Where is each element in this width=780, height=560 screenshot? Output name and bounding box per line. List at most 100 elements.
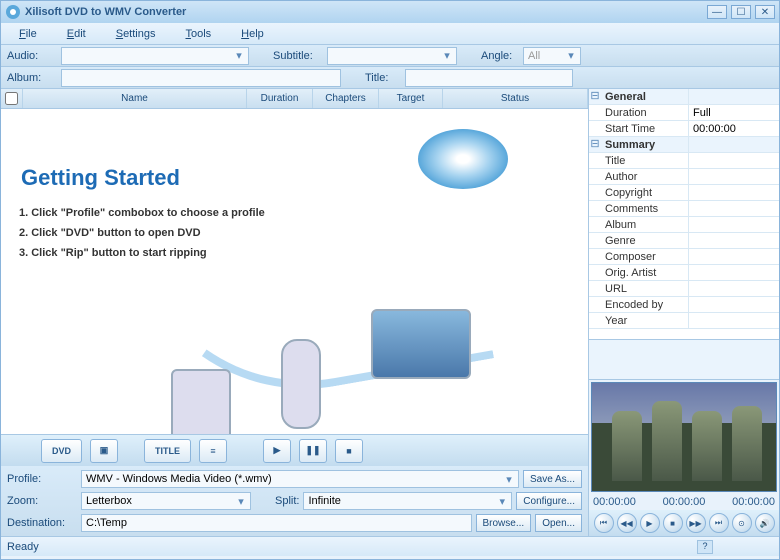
minimize-button[interactable]: — [707,5,727,19]
profile-dropdown[interactable]: WMV - Windows Media Video (*.wmv)▾ [81,470,519,488]
pause-button[interactable]: ❚❚ [299,439,327,463]
getting-started-heading: Getting Started [21,165,180,191]
device-player-illustration [371,309,471,379]
profile-label: Profile: [7,473,77,485]
chevron-down-icon: ▾ [440,49,454,62]
split-dropdown[interactable]: Infinite▾ [303,492,512,510]
rip-button[interactable]: ▶ [263,439,291,463]
grid-header: Name Duration Chapters Target Status [1,89,588,109]
chevron-down-icon: ▾ [234,495,248,508]
col-name[interactable]: Name [23,89,247,108]
audio-dropdown[interactable]: ▾ [61,47,249,65]
prop-encoded-by: Encoded by [589,297,779,313]
close-button[interactable]: ✕ [755,5,775,19]
prop-url: URL [589,281,779,297]
step-3: 3. Click "Rip" button to start ripping [19,247,265,259]
getting-started-steps: 1. Click "Profile" combobox to choose a … [19,199,265,267]
angle-dropdown[interactable]: All▾ [523,47,581,65]
help-icon[interactable]: ? [697,540,713,554]
chapter-button[interactable]: ≡ [199,439,227,463]
options-row-2: Album: Title: [1,67,779,89]
forward-button[interactable]: ▶▶ [686,513,706,533]
menu-edit[interactable]: Edit [67,28,86,40]
col-status[interactable]: Status [443,89,588,108]
prop-comments: Comments [589,201,779,217]
album-label: Album: [7,72,57,84]
options-row-1: Audio: ▾ Subtitle: ▾ Angle: All▾ [1,45,779,67]
subtitle-dropdown[interactable]: ▾ [327,47,457,65]
prop-copyright: Copyright [589,185,779,201]
subtitle-label: Subtitle: [273,50,323,62]
play-button[interactable]: ▶ [640,513,660,533]
disc-illustration [418,129,508,189]
rewind-button[interactable]: ◀◀ [617,513,637,533]
destination-input[interactable]: C:\Temp [81,514,472,532]
output-options: Profile: WMV - Windows Media Video (*.wm… [1,466,588,536]
time-start: 00:00:00 [593,496,636,508]
audio-label: Audio: [7,50,57,62]
prop-title: Title [589,153,779,169]
menubar: File Edit Settings Tools Help [1,23,779,45]
device-pda-illustration [171,369,231,434]
prop-year: Year [589,313,779,329]
menu-tools[interactable]: Tools [185,28,211,40]
menu-settings[interactable]: Settings [116,28,156,40]
next-track-button[interactable]: ⏭ [709,513,729,533]
device-phone-illustration [281,339,321,429]
maximize-button[interactable]: ☐ [731,5,751,19]
step-2: 2. Click "DVD" button to open DVD [19,227,265,239]
stop-media-button[interactable]: ■ [663,513,683,533]
app-title: Xilisoft DVD to WMV Converter [25,6,707,18]
checkbox-column[interactable] [1,89,23,108]
timeline[interactable]: 00:00:00 00:00:00 00:00:00 [589,494,779,510]
folder-button[interactable]: ▣ [90,439,118,463]
step-1: 1. Click "Profile" combobox to choose a … [19,207,265,219]
open-button[interactable]: Open... [535,514,582,532]
time-end: 00:00:00 [732,496,775,508]
browse-button[interactable]: Browse... [476,514,532,532]
dvd-button[interactable]: DVD [41,439,82,463]
content-canvas: Getting Started 1. Click "Profile" combo… [1,109,588,434]
stop-button[interactable]: ■ [335,439,363,463]
collapse-icon[interactable]: ⊟ [589,89,601,104]
configure-button[interactable]: Configure... [516,492,582,510]
album-input[interactable] [61,69,341,87]
title-button[interactable]: TITLE [144,439,191,463]
collapse-icon[interactable]: ⊟ [589,137,601,152]
col-duration[interactable]: Duration [247,89,313,108]
time-current: 00:00:00 [663,496,706,508]
properties-panel[interactable]: ⊟General DurationFull Start Time00:00:00… [589,89,779,340]
split-label: Split: [275,495,299,507]
media-controls: ⏮ ◀◀ ▶ ■ ▶▶ ⏭ ⊙ 🔊 [589,510,779,536]
action-toolbar: DVD ▣ TITLE ≡ ▶ ❚❚ ■ [1,434,588,466]
chevron-down-icon: ▾ [495,495,509,508]
prop-composer: Composer [589,249,779,265]
title-label: Title: [365,72,401,84]
menu-help[interactable]: Help [241,28,264,40]
chevron-down-icon: ▾ [564,49,578,62]
save-as-button[interactable]: Save As... [523,470,582,488]
video-preview[interactable] [591,382,777,492]
prev-track-button[interactable]: ⏮ [594,513,614,533]
volume-button[interactable]: 🔊 [755,513,775,533]
status-text: Ready [7,541,39,553]
section-summary: ⊟Summary [589,137,779,153]
app-icon [5,4,21,20]
prop-orig-artist: Orig. Artist [589,265,779,281]
destination-label: Destination: [7,517,77,529]
zoom-label: Zoom: [7,495,77,507]
zoom-dropdown[interactable]: Letterbox▾ [81,492,251,510]
snapshot-button[interactable]: ⊙ [732,513,752,533]
prop-author: Author [589,169,779,185]
title-input[interactable] [405,69,573,87]
col-target[interactable]: Target [379,89,443,108]
titlebar: Xilisoft DVD to WMV Converter — ☐ ✕ [1,1,779,23]
chevron-down-icon: ▾ [502,473,516,486]
menu-file[interactable]: File [19,28,37,40]
angle-label: Angle: [481,50,519,62]
status-bar: Ready ? [1,536,779,556]
property-description [589,340,779,380]
col-chapters[interactable]: Chapters [313,89,379,108]
prop-album: Album [589,217,779,233]
select-all-checkbox[interactable] [5,92,18,105]
